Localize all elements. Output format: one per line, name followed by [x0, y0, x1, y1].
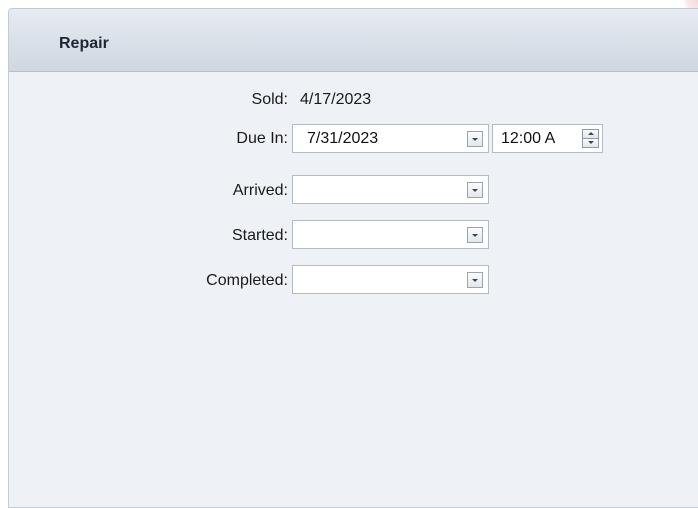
started-label: Started:	[231, 227, 288, 244]
arrived-date-picker[interactable]	[292, 175, 489, 204]
sold-label: Sold:	[251, 91, 288, 108]
due-in-label: Due In:	[236, 130, 288, 147]
chevron-down-icon[interactable]	[467, 272, 483, 288]
due-in-date-picker[interactable]: 7/31/2023	[292, 124, 489, 153]
spin-down-icon[interactable]	[583, 139, 598, 147]
panel-header: Repair	[9, 9, 698, 72]
time-spinner-buttons[interactable]	[582, 129, 599, 148]
panel-title: Repair	[59, 35, 109, 52]
chevron-down-icon[interactable]	[467, 227, 483, 243]
completed-date-picker[interactable]	[292, 265, 489, 294]
due-in-time-value: 12:00 A	[501, 130, 556, 147]
spin-up-icon[interactable]	[583, 130, 598, 139]
sold-value: 4/17/2023	[300, 91, 372, 108]
due-in-date-value: 7/31/2023	[307, 130, 379, 147]
chevron-down-icon[interactable]	[467, 131, 483, 147]
due-in-time-spinner[interactable]: 12:00 A	[492, 124, 603, 153]
repair-panel: Repair	[8, 8, 698, 508]
started-date-picker[interactable]	[292, 220, 489, 249]
arrived-label: Arrived:	[232, 182, 288, 199]
chevron-down-icon[interactable]	[467, 182, 483, 198]
completed-label: Completed:	[206, 272, 288, 289]
